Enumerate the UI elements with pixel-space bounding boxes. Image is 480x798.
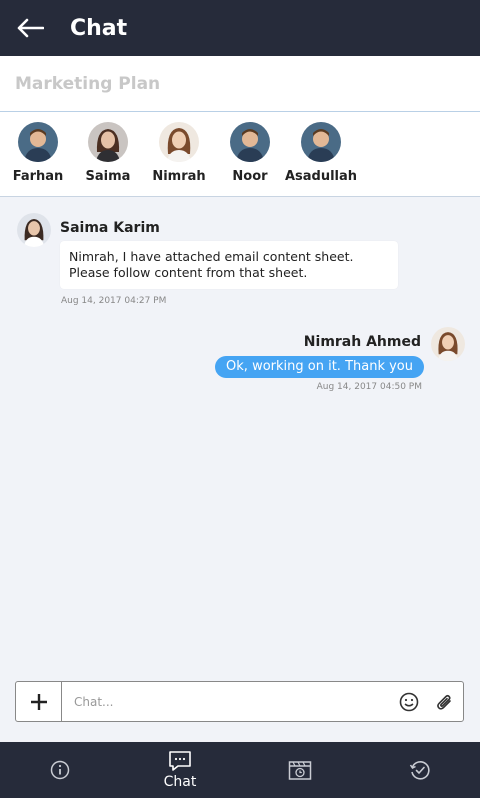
member-asadullah[interactable]: Asadullah (284, 122, 358, 184)
chat-subject-placeholder: Marketing Plan (15, 73, 161, 94)
sender-name: Nimrah Ahmed (303, 334, 421, 350)
bottom-nav: Chat (0, 742, 480, 798)
back-button[interactable] (0, 0, 60, 56)
sender-name: Saima Karim (60, 220, 160, 236)
member-name: Farhan (12, 169, 64, 184)
member-name: Asadullah (284, 169, 358, 184)
avatar (88, 122, 128, 162)
plus-icon (30, 693, 47, 710)
history-icon (409, 761, 430, 780)
message-timestamp: Aug 14, 2017 04:50 PM (316, 382, 422, 392)
calendar-clock-icon (288, 761, 312, 780)
nav-info[interactable] (0, 742, 120, 798)
avatar (230, 122, 270, 162)
nav-history[interactable] (360, 742, 480, 798)
member-name: Nimrah (152, 169, 206, 184)
paperclip-icon (437, 694, 451, 710)
avatar (431, 327, 465, 361)
smiley-icon (399, 692, 419, 711)
nav-chat-label: Chat (163, 774, 197, 790)
avatar (18, 122, 58, 162)
info-icon (50, 760, 70, 780)
member-noor[interactable]: Noor (215, 122, 285, 184)
chat-composer (15, 681, 464, 722)
top-bar: Chat (0, 0, 480, 56)
message-timestamp: Aug 14, 2017 04:27 PM (61, 296, 167, 306)
add-attachment-button[interactable] (16, 682, 62, 721)
arrow-left-icon (17, 18, 44, 38)
page-title: Chat (70, 15, 128, 41)
member-saima[interactable]: Saima (73, 122, 143, 184)
member-name: Noor (232, 169, 268, 184)
chat-input[interactable] (62, 682, 391, 721)
nav-schedule[interactable] (240, 742, 360, 798)
message-bubble: Ok, working on it. Thank you (215, 356, 424, 378)
avatar (301, 122, 341, 162)
nav-chat[interactable]: Chat (120, 742, 240, 798)
member-name: Saima (85, 169, 131, 184)
avatar (17, 213, 51, 247)
member-farhan[interactable]: Farhan (3, 122, 73, 184)
attach-file-button[interactable] (427, 682, 463, 721)
avatar (159, 122, 199, 162)
emoji-button[interactable] (391, 682, 427, 721)
member-nimrah[interactable]: Nimrah (144, 122, 214, 184)
chat-bubble-icon (169, 751, 191, 771)
chat-subject-field[interactable]: Marketing Plan (0, 56, 480, 112)
members-bar: Farhan Saima Nimrah Noor Asadullah (0, 112, 480, 197)
message-bubble: Nimrah, I have attached email content sh… (60, 241, 398, 289)
